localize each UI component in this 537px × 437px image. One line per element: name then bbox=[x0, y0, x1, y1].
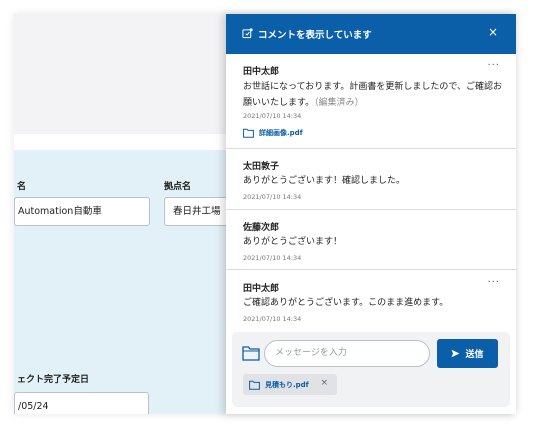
comment-panel: コメントを表示しています × 田中太郎 ··· お世話になっております。計画書を… bbox=[226, 14, 516, 414]
comment-item: 太田敦子 ありがとうございます！確認しました。 2021/07/10 14:34 bbox=[226, 149, 516, 210]
attachment-name: 詳細画像.pdf bbox=[259, 129, 303, 137]
close-icon[interactable]: × bbox=[488, 25, 498, 39]
comment-attachment[interactable]: 詳細画像.pdf bbox=[243, 127, 303, 139]
pending-attachment-name: 見積もり.pdf bbox=[265, 380, 309, 389]
send-button[interactable]: 送信 bbox=[437, 339, 498, 368]
comment-body: ご確認ありがとうございます。このまま進めます。 bbox=[243, 298, 449, 308]
comment-timestamp: 2021/07/10 14:34 bbox=[243, 254, 302, 262]
comment-author: 佐藤次郎 bbox=[243, 223, 280, 233]
comment-icon bbox=[242, 28, 253, 39]
attach-folder-icon[interactable] bbox=[242, 345, 260, 361]
panel-title: コメントを表示しています bbox=[258, 30, 372, 41]
send-icon bbox=[451, 349, 460, 358]
company-name-label: 名 bbox=[17, 182, 27, 192]
comment-item: 佐藤次郎 ありがとうございます！ 2021/07/10 14:34 bbox=[226, 210, 516, 270]
comment-body: ありがとうございます！確認しました。 bbox=[243, 176, 406, 186]
completion-date-field[interactable]: /05/24 bbox=[14, 392, 149, 414]
folder-icon bbox=[243, 128, 254, 138]
company-name-field[interactable]: Automation自動車 bbox=[14, 197, 150, 226]
message-input[interactable]: メッセージを入力 bbox=[264, 340, 430, 367]
comment-author: 田中太郎 bbox=[243, 67, 280, 77]
remove-attachment-icon[interactable]: × bbox=[320, 378, 328, 388]
comment-panel-header: コメントを表示しています × bbox=[226, 14, 516, 54]
comment-item: 田中太郎 ··· お世話になっております。計画書を更新しましたので、ご確認お願い… bbox=[226, 54, 516, 149]
comment-text: お世話になっております。計画書を更新しましたので、ご確認お願いいたします。 bbox=[243, 82, 503, 108]
comment-body: お世話になっております。計画書を更新しましたので、ご確認お願いいたします。（編集… bbox=[243, 79, 505, 111]
pending-attachment-chip: 見積もり.pdf × bbox=[243, 374, 337, 395]
more-options-icon[interactable]: ··· bbox=[487, 277, 500, 288]
comment-timestamp: 2021/07/10 14:34 bbox=[243, 315, 302, 323]
completion-date-label: ェクト完了予定日 bbox=[17, 375, 90, 385]
comment-author: 太田敦子 bbox=[243, 162, 280, 172]
more-options-icon[interactable]: ··· bbox=[487, 60, 500, 71]
comment-author: 田中太郎 bbox=[243, 284, 280, 294]
send-label: 送信 bbox=[465, 350, 484, 360]
comment-item: 田中太郎 ··· ご確認ありがとうございます。このまま進めます。 2021/07… bbox=[226, 270, 516, 330]
folder-icon bbox=[249, 380, 260, 390]
comment-timestamp: 2021/07/10 14:34 bbox=[243, 112, 302, 120]
comment-composer: メッセージを入力 送信 見積もり.pdf × bbox=[232, 332, 510, 407]
edited-marker: （編集済み） bbox=[314, 98, 364, 108]
comment-body: ありがとうございます！ bbox=[243, 237, 343, 247]
base-name-label: 拠点名 bbox=[164, 182, 192, 192]
comment-timestamp: 2021/07/10 14:34 bbox=[243, 193, 302, 201]
